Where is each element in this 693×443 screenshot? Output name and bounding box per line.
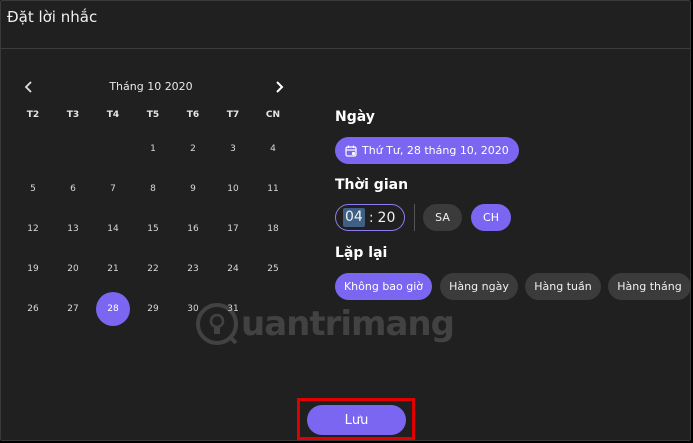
calendar-day[interactable]: 15 xyxy=(136,212,170,246)
time-divider xyxy=(414,204,415,231)
calendar-day[interactable]: 1 xyxy=(136,132,170,166)
calendar-day[interactable]: 16 xyxy=(176,212,210,246)
calendar-day[interactable]: 11 xyxy=(256,172,290,206)
calendar-day[interactable]: 24 xyxy=(216,252,250,286)
calendar-day[interactable]: 6 xyxy=(56,172,90,206)
calendar-day[interactable]: 14 xyxy=(96,212,130,246)
calendar-day-selected[interactable]: 28 xyxy=(96,292,130,326)
calendar-day[interactable]: 10 xyxy=(216,172,250,206)
calendar-header: Tháng 10 2020 xyxy=(11,75,291,99)
date-section-label: Ngày xyxy=(335,109,375,125)
minute-field[interactable]: 20 xyxy=(378,210,396,226)
save-button[interactable]: Lưu xyxy=(307,405,406,435)
weekday-label: T2 xyxy=(26,110,40,120)
calendar-day[interactable]: 17 xyxy=(216,212,250,246)
calendar-icon xyxy=(345,145,357,157)
calendar-day[interactable]: 23 xyxy=(176,252,210,286)
repeat-daily-button[interactable]: Hàng ngày xyxy=(440,273,518,300)
watermark: uantrimang xyxy=(195,299,455,349)
chevron-right-icon xyxy=(276,81,284,93)
time-separator: : xyxy=(368,209,374,226)
calendar-day[interactable]: 7 xyxy=(96,172,130,206)
calendar-day[interactable]: 3 xyxy=(216,132,250,166)
weekday-label: T3 xyxy=(66,110,80,120)
weekday-label: T7 xyxy=(226,110,240,120)
calendar-day[interactable]: 18 xyxy=(256,212,290,246)
calendar-day[interactable]: 19 xyxy=(16,252,50,286)
dialog-title: Đặt lời nhắc xyxy=(7,8,98,26)
calendar-day[interactable]: 5 xyxy=(16,172,50,206)
repeat-never-button[interactable]: Không bao giờ xyxy=(335,273,432,300)
calendar-day[interactable]: 13 xyxy=(56,212,90,246)
repeat-weekly-button[interactable]: Hàng tuần xyxy=(525,273,601,300)
calendar-day[interactable]: 12 xyxy=(16,212,50,246)
watermark-text: uantrimang xyxy=(241,304,455,344)
repeat-monthly-button[interactable]: Hàng tháng xyxy=(608,273,691,300)
calendar-day[interactable]: 26 xyxy=(16,292,50,326)
calendar-day[interactable]: 27 xyxy=(56,292,90,326)
calendar-day[interactable]: 22 xyxy=(136,252,170,286)
reminder-dialog: Đặt lời nhắc Tháng 10 2020 T2 T3 T4 T5 T6 T7 C… xyxy=(0,0,691,441)
calendar-day[interactable]: 4 xyxy=(256,132,290,166)
calendar-day[interactable]: 2 xyxy=(176,132,210,166)
weekday-label: T5 xyxy=(146,110,160,120)
time-section-label: Thời gian xyxy=(335,177,409,193)
lightbulb-logo-icon xyxy=(196,303,238,345)
weekday-label: T6 xyxy=(186,110,200,120)
date-picker-button[interactable]: Thứ Tư, 28 tháng 10, 2020 xyxy=(335,137,519,164)
am-button[interactable]: SA xyxy=(423,204,462,231)
calendar-day[interactable]: 9 xyxy=(176,172,210,206)
date-value: Thứ Tư, 28 tháng 10, 2020 xyxy=(362,144,509,157)
title-divider xyxy=(1,48,690,49)
repeat-section-label: Lặp lại xyxy=(335,245,388,261)
calendar-day[interactable]: 20 xyxy=(56,252,90,286)
hour-field[interactable]: 04 xyxy=(343,208,365,227)
calendar-day[interactable]: 25 xyxy=(256,252,290,286)
weekday-label: CN xyxy=(265,110,281,120)
month-label: Tháng 10 2020 xyxy=(109,80,193,93)
calendar-day[interactable]: 8 xyxy=(136,172,170,206)
calendar-day[interactable]: 29 xyxy=(136,292,170,326)
time-input[interactable]: 04 : 20 xyxy=(335,204,405,231)
calendar-day[interactable]: 21 xyxy=(96,252,130,286)
next-month-button[interactable] xyxy=(267,75,291,99)
pm-button[interactable]: CH xyxy=(471,204,511,231)
weekday-label: T4 xyxy=(106,110,120,120)
